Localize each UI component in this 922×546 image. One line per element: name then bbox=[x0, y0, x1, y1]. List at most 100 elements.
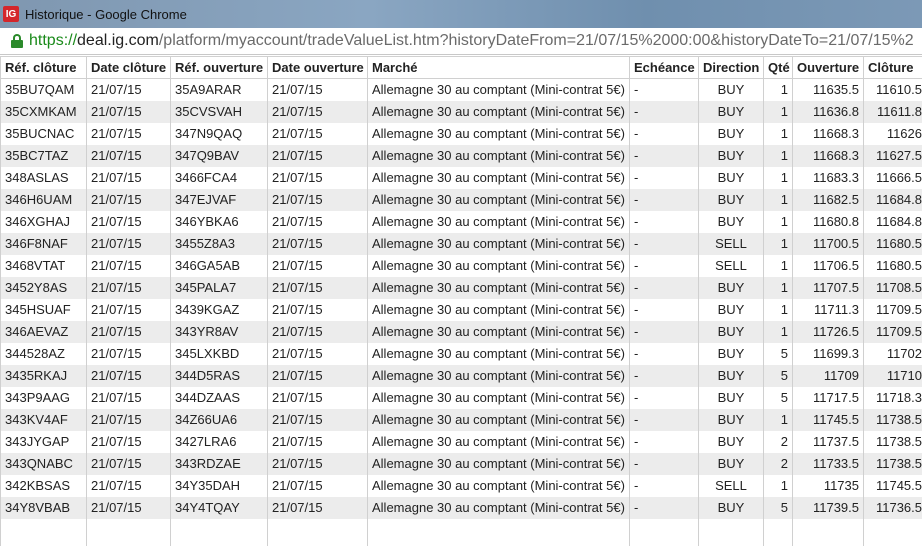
cell-cloture: 11684.8 bbox=[863, 210, 922, 233]
window-title-bar[interactable]: IG Historique - Google Chrome bbox=[0, 0, 922, 28]
cell-direction: BUY bbox=[698, 496, 764, 519]
cell-ref-ouverture: 35A9ARAR bbox=[170, 78, 268, 101]
table-row[interactable]: 345HSUAF 21/07/15 3439KGAZ 21/07/15 Allemagn… bbox=[0, 298, 922, 321]
cell-ouverture: 11709 bbox=[792, 364, 864, 387]
cell-ref-ouverture: 3455Z8A3 bbox=[170, 232, 268, 255]
cell-ref-ouverture: 344DZAAS bbox=[170, 386, 268, 409]
cell-ref-ouverture: 343RDZAE bbox=[170, 452, 268, 475]
cell-echeance: - bbox=[629, 364, 699, 387]
table-header-row: Réf. clôture Date clôture Réf. ouverture Da… bbox=[0, 56, 922, 79]
table-row[interactable]: 346AEVAZ 21/07/15 343YR8AV 21/07/15 Allemagn… bbox=[0, 320, 922, 343]
cell-ouverture: 11737.5 bbox=[792, 430, 864, 453]
cell-marche: Allemagne 30 au comptant (Mini-contrat 5… bbox=[367, 210, 630, 233]
cell-qte: 1 bbox=[763, 122, 793, 145]
address-bar[interactable]: https://deal.ig.com/platform/myaccount/t… bbox=[0, 28, 922, 55]
cell-date-ouverture: 21/07/15 bbox=[267, 144, 368, 167]
cell-date-ouverture: 21/07/15 bbox=[267, 188, 368, 211]
table-row[interactable]: 34Y8VBAB 21/07/15 34Y4TQAY 21/07/15 Allemagn… bbox=[0, 496, 922, 519]
cell-date-cloture: 21/07/15 bbox=[86, 386, 171, 409]
cell-date-ouverture: 21/07/15 bbox=[267, 430, 368, 453]
cell-marche: Allemagne 30 au comptant (Mini-contrat 5… bbox=[367, 474, 630, 497]
cell-direction: BUY bbox=[698, 342, 764, 365]
cell-marche: Allemagne 30 au comptant (Mini-contrat 5… bbox=[367, 144, 630, 167]
cell-direction: BUY bbox=[698, 320, 764, 343]
cell-ref-ouverture: 343YR8AV bbox=[170, 320, 268, 343]
cell-cloture: 11666.5 bbox=[863, 166, 922, 189]
cell-direction: BUY bbox=[698, 276, 764, 299]
header-ref-ouverture[interactable]: Réf. ouverture bbox=[170, 56, 268, 79]
table-row[interactable]: 344528AZ 21/07/15 345LXKBD 21/07/15 Allemagn… bbox=[0, 342, 922, 365]
table-row[interactable]: 35BUCNAC 21/07/15 347N9QAQ 21/07/15 Allemagn… bbox=[0, 122, 922, 145]
table-row[interactable]: 3468VTAT 21/07/15 346GA5AB 21/07/15 Allemagn… bbox=[0, 254, 922, 277]
cell-ref-cloture: 346H6UAM bbox=[0, 188, 87, 211]
cell-qte: 1 bbox=[763, 144, 793, 167]
cell-ref-cloture: 3435RKAJ bbox=[0, 364, 87, 387]
cell-cloture: 11610.5 bbox=[863, 78, 922, 101]
cell-echeance: - bbox=[629, 452, 699, 475]
header-ouverture[interactable]: Ouverture bbox=[792, 56, 864, 79]
table-row[interactable]: 343KV4AF 21/07/15 34Z66UA6 21/07/15 Allemagn… bbox=[0, 408, 922, 431]
cell-ref-cloture: 342KBSAS bbox=[0, 474, 87, 497]
url-text[interactable]: https://deal.ig.com/platform/myaccount/t… bbox=[29, 32, 914, 50]
header-direction[interactable]: Direction bbox=[698, 56, 764, 79]
cell-date-cloture: 21/07/15 bbox=[86, 452, 171, 475]
cell-direction: BUY bbox=[698, 100, 764, 123]
cell-direction: BUY bbox=[698, 166, 764, 189]
cell-date-ouverture: 21/07/15 bbox=[267, 254, 368, 277]
cell-ref-cloture: 343KV4AF bbox=[0, 408, 87, 431]
table-row[interactable]: 35CXMKAM 21/07/15 35CVSVAH 21/07/15 Allemagn… bbox=[0, 100, 922, 123]
header-marche[interactable]: Marché bbox=[367, 56, 630, 79]
cell-date-cloture: 21/07/15 bbox=[86, 276, 171, 299]
cell-ref-ouverture: 3439KGAZ bbox=[170, 298, 268, 321]
cell-qte: 1 bbox=[763, 408, 793, 431]
cell-date-ouverture: 21/07/15 bbox=[267, 166, 368, 189]
cell-marche: Allemagne 30 au comptant (Mini-contrat 5… bbox=[367, 232, 630, 255]
cell-ref-ouverture: 34Y35DAH bbox=[170, 474, 268, 497]
cell-ref-ouverture: 34Z66UA6 bbox=[170, 408, 268, 431]
cell-qte: 1 bbox=[763, 78, 793, 101]
table-row[interactable]: 35BC7TAZ 21/07/15 347Q9BAV 21/07/15 Allemagn… bbox=[0, 144, 922, 167]
table-row[interactable]: 346H6UAM 21/07/15 347EJVAF 21/07/15 Allemagn… bbox=[0, 188, 922, 211]
table-row[interactable]: 343QNABC 21/07/15 343RDZAE 21/07/15 Allemagn… bbox=[0, 452, 922, 475]
cell-cloture: 11738.5 bbox=[863, 452, 922, 475]
header-echeance[interactable]: Echéance bbox=[629, 56, 699, 79]
table-row[interactable]: 343P9AAG 21/07/15 344DZAAS 21/07/15 Allemagn… bbox=[0, 386, 922, 409]
header-qte[interactable]: Qté bbox=[763, 56, 793, 79]
cell-marche: Allemagne 30 au comptant (Mini-contrat 5… bbox=[367, 122, 630, 145]
header-date-cloture[interactable]: Date clôture bbox=[86, 56, 171, 79]
table-row[interactable]: 3452Y8AS 21/07/15 345PALA7 21/07/15 Allemagn… bbox=[0, 276, 922, 299]
table-row[interactable]: 346F8NAF 21/07/15 3455Z8A3 21/07/15 Allemagn… bbox=[0, 232, 922, 255]
header-ref-cloture[interactable]: Réf. clôture bbox=[0, 56, 87, 79]
table-row[interactable]: 3435RKAJ 21/07/15 344D5RAS 21/07/15 Allemagn… bbox=[0, 364, 922, 387]
table-row[interactable]: 348ASLAS 21/07/15 3466FCA4 21/07/15 Allemagn… bbox=[0, 166, 922, 189]
cell-echeance: - bbox=[629, 298, 699, 321]
empty-cell bbox=[698, 518, 764, 546]
cell-date-cloture: 21/07/15 bbox=[86, 122, 171, 145]
table-row[interactable]: 343JYGAP 21/07/15 3427LRA6 21/07/15 Allemagn… bbox=[0, 430, 922, 453]
cell-date-ouverture: 21/07/15 bbox=[267, 276, 368, 299]
lock-icon[interactable] bbox=[11, 34, 23, 48]
header-cloture[interactable]: Clôture bbox=[863, 56, 922, 79]
cell-marche: Allemagne 30 au comptant (Mini-contrat 5… bbox=[367, 452, 630, 475]
empty-cell bbox=[267, 518, 368, 546]
table-body: 35BU7QAM 21/07/15 35A9ARAR 21/07/15 Allemagn… bbox=[0, 78, 922, 546]
table-row[interactable]: 35BU7QAM 21/07/15 35A9ARAR 21/07/15 Allemagn… bbox=[0, 78, 922, 101]
cell-date-cloture: 21/07/15 bbox=[86, 408, 171, 431]
cell-direction: BUY bbox=[698, 386, 764, 409]
header-date-ouverture[interactable]: Date ouverture bbox=[267, 56, 368, 79]
cell-ref-ouverture: 345LXKBD bbox=[170, 342, 268, 365]
cell-ouverture: 11680.8 bbox=[792, 210, 864, 233]
cell-qte: 1 bbox=[763, 210, 793, 233]
cell-marche: Allemagne 30 au comptant (Mini-contrat 5… bbox=[367, 100, 630, 123]
empty-cell bbox=[629, 518, 699, 546]
url-host: deal.ig.com bbox=[77, 32, 159, 49]
table-row[interactable]: 346XGHAJ 21/07/15 346YBKA6 21/07/15 Allemagn… bbox=[0, 210, 922, 233]
cell-direction: BUY bbox=[698, 122, 764, 145]
cell-qte: 1 bbox=[763, 276, 793, 299]
url-path: /platform/myaccount/tradeValueList.htm?h… bbox=[158, 32, 914, 49]
cell-ouverture: 11726.5 bbox=[792, 320, 864, 343]
cell-qte: 1 bbox=[763, 166, 793, 189]
cell-ref-cloture: 344528AZ bbox=[0, 342, 87, 365]
table-row[interactable]: 342KBSAS 21/07/15 34Y35DAH 21/07/15 Allemagn… bbox=[0, 474, 922, 497]
cell-date-cloture: 21/07/15 bbox=[86, 232, 171, 255]
